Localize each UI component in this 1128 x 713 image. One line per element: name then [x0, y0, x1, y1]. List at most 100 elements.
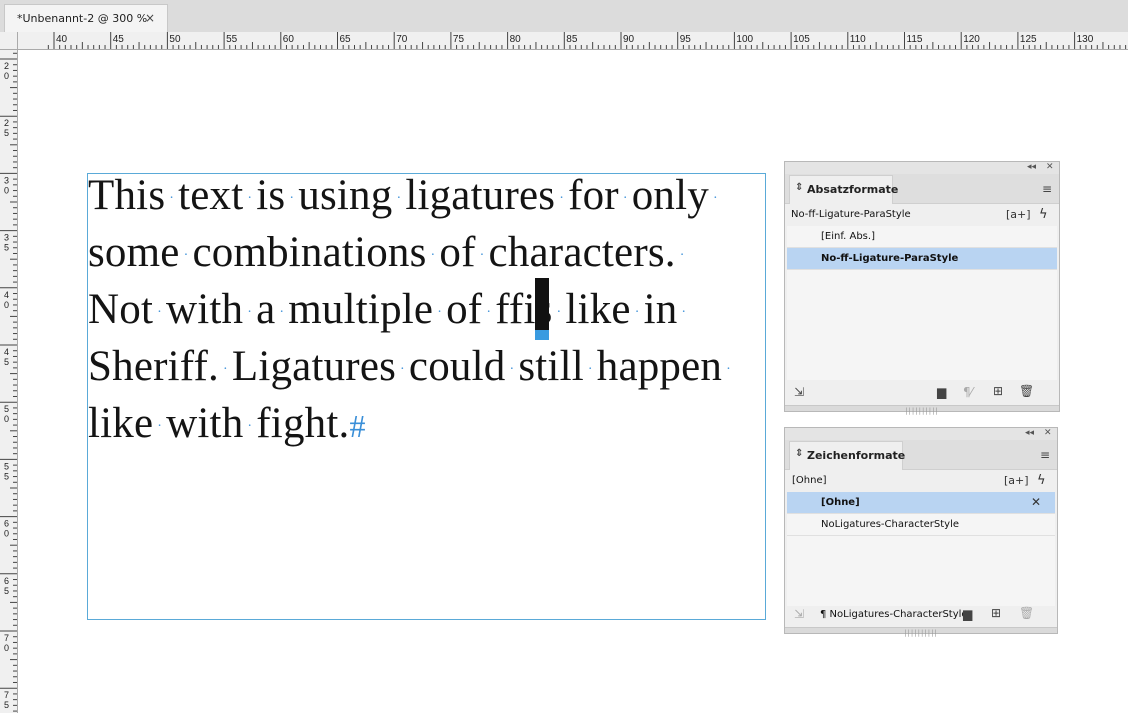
ruler-label: 90	[623, 34, 635, 45]
ruler-label: 105	[793, 34, 810, 45]
text-line: Sheriff. ·Ligatures ·could ·still ·happen ·	[88, 345, 735, 388]
list-item-label: NoLigatures-CharacterStyle	[821, 519, 960, 530]
ruler-label: 7	[4, 690, 9, 700]
space-marker: ·	[430, 248, 436, 264]
word: Ligatures	[231, 343, 397, 390]
new-style-from-selection-icon[interactable]: [a+]	[1004, 474, 1029, 487]
list-item[interactable]: NoLigatures-CharacterStyle	[787, 514, 1055, 536]
space-marker: ·	[169, 191, 175, 207]
ruler-origin[interactable]	[0, 32, 18, 50]
load-styles-icon[interactable]: ⇲	[794, 385, 804, 399]
ruler-label: 2	[4, 61, 9, 71]
text-line: This ·text ·is ·using ·ligatures ·for ·only ·	[88, 174, 722, 217]
folder-icon[interactable]: ▆	[937, 385, 946, 399]
text-line: like ·with ·fight.#	[88, 402, 366, 445]
line-words: like ·with ·fight.	[88, 400, 349, 447]
ruler-label: 0	[4, 643, 9, 653]
expand-arrows-icon: ⇕	[795, 182, 804, 193]
ruler-label: 125	[1020, 34, 1037, 45]
space-marker: ·	[726, 362, 731, 378]
tab-paragraph-styles[interactable]: ⇕ Absatzformate	[789, 175, 898, 204]
space-marker: ·	[247, 419, 253, 435]
collapse-panel-icon[interactable]: ◂◂	[1027, 162, 1036, 172]
word: fight.	[256, 400, 350, 447]
word: characters.	[488, 229, 676, 276]
ruler-label: 6	[4, 519, 9, 529]
selection-handle[interactable]	[535, 330, 549, 340]
list-item-label: [Einf. Abs.]	[821, 231, 875, 242]
document-tab-title: *Unbenannt-2 @ 300 %	[17, 12, 148, 25]
ruler-label: 4	[4, 290, 9, 300]
ruler-label: 4	[4, 347, 9, 357]
ruler-label: 0	[4, 300, 9, 310]
list-item[interactable]: [Einf. Abs.]	[787, 226, 1057, 248]
new-style-from-selection-icon[interactable]: [a+]	[1006, 208, 1031, 221]
word: ligatures	[405, 172, 556, 219]
text-frame[interactable]: This ·text ·is ·using ·ligatures ·for ·only · s…	[87, 173, 766, 620]
space-marker: ·	[479, 248, 485, 264]
ruler-label: 50	[169, 34, 181, 45]
ruler-label: 0	[4, 414, 9, 424]
list-item[interactable]: [Ohne] ✕	[787, 492, 1055, 514]
ruler-label: 7	[4, 633, 9, 643]
close-panel-icon[interactable]: ✕	[1046, 162, 1054, 172]
clear-overrides-icon[interactable]: ¶⁄	[963, 385, 973, 399]
ruler-label: 2	[4, 118, 9, 128]
space-marker: ·	[437, 305, 443, 321]
ruler-label: 115	[907, 34, 923, 45]
folder-icon[interactable]: ▆	[963, 607, 972, 621]
ruler-label: 0	[4, 71, 9, 81]
document-tab[interactable]: *Unbenannt-2 @ 300 % ×	[4, 4, 168, 32]
close-tab-icon[interactable]: ×	[145, 11, 155, 25]
close-panel-icon[interactable]: ✕	[1044, 428, 1052, 438]
ruler-label: 5	[4, 700, 9, 710]
current-character-style: ¶ NoLigatures-CharacterStyle	[820, 609, 968, 620]
ruler-label: 6	[4, 576, 9, 586]
ruler-label: 45	[113, 34, 125, 45]
tab-label: Zeichenformate	[807, 449, 906, 462]
word: for	[568, 172, 619, 219]
word: of	[439, 229, 476, 276]
ruler-label: 5	[4, 461, 9, 471]
word: of	[446, 286, 483, 333]
ruler-label: 0	[4, 529, 9, 539]
panel-menu-icon[interactable]: ≡	[1042, 182, 1052, 196]
panel-resize-grip[interactable]: ||||||||||	[785, 627, 1057, 637]
ruler-label: 65	[340, 34, 352, 45]
space-marker: ·	[157, 419, 163, 435]
load-styles-icon[interactable]: ⇲	[794, 607, 804, 621]
trash-icon[interactable]: 🗑	[1019, 606, 1034, 620]
quick-apply-icon[interactable]: ϟ	[1037, 473, 1046, 488]
space-marker: ·	[634, 305, 640, 321]
horizontal-ruler[interactable]: 40 45 50 55 60 65 70 75 80 85 90 95 100 105 110 115 120 1…	[18, 32, 1128, 50]
list-item-label: No-ff-Ligature-ParaStyle	[821, 253, 959, 264]
panel-titlebar: ◂◂ ✕	[785, 162, 1059, 174]
list-item[interactable]: No-ff-Ligature-ParaStyle	[787, 248, 1057, 270]
ruler-label: 55	[226, 34, 238, 45]
character-styles-panel: ◂◂ ✕ ⇕ Zeichenformate ≡ [Ohne] [a+] ϟ [O…	[784, 427, 1058, 637]
word: Not	[88, 286, 154, 333]
word: with	[166, 400, 244, 447]
space-marker: ·	[556, 305, 562, 321]
expand-arrows-icon: ⇕	[795, 448, 804, 459]
word: text	[178, 172, 244, 219]
new-style-icon[interactable]: ⊞	[993, 384, 1003, 398]
ruler-label: 5	[4, 128, 9, 138]
new-style-icon[interactable]: ⊞	[991, 606, 1001, 620]
character-style-list: [Ohne] ✕ NoLigatures-CharacterStyle	[787, 492, 1055, 606]
collapse-panel-icon[interactable]: ◂◂	[1025, 428, 1034, 438]
space-marker: ·	[679, 248, 685, 264]
word: in	[643, 286, 678, 333]
tab-character-styles[interactable]: ⇕ Zeichenformate	[789, 441, 906, 470]
panel-menu-icon[interactable]: ≡	[1040, 448, 1050, 462]
ruler-label: 60	[283, 34, 295, 45]
space-marker: ·	[681, 305, 687, 321]
ruler-label: 3	[4, 175, 9, 185]
vertical-ruler[interactable]: 202530354045505560657075	[0, 50, 18, 713]
trash-icon[interactable]: 🗑	[1019, 384, 1034, 398]
panel-resize-grip[interactable]: ||||||||||	[785, 405, 1059, 415]
ruler-label: 5	[4, 243, 9, 253]
word: is	[256, 172, 286, 219]
quick-apply-icon[interactable]: ϟ	[1039, 207, 1048, 222]
word: combinations	[192, 229, 427, 276]
